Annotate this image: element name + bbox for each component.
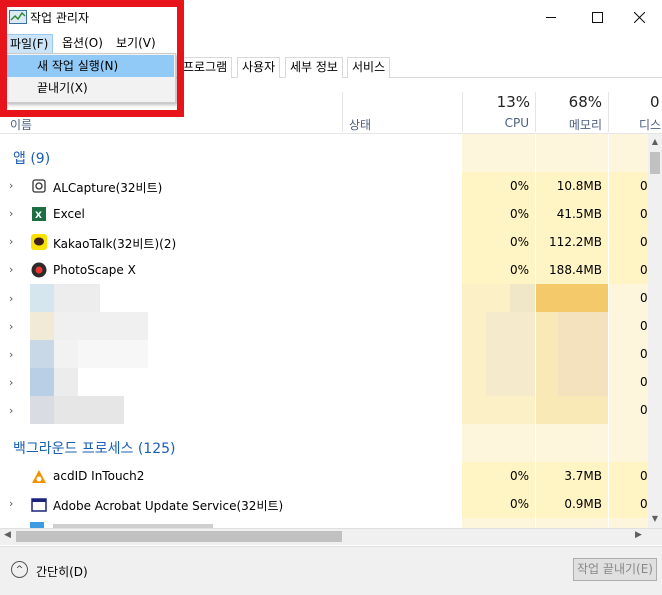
cpu-value: 0% [509,179,529,193]
memory-value: 188.4MB [549,263,602,277]
process-name[interactable]: acdID InTouch2 [53,469,144,483]
expand-chevron-icon[interactable]: › [9,497,19,510]
memory-value: 3.7MB [564,469,602,483]
column-header-cpu[interactable]: CPU [470,116,529,130]
process-name[interactable]: Adobe Acrobat Update Service(32비트) [53,497,283,514]
svg-text:X: X [35,211,42,221]
app-name[interactable]: PhotoScape X [53,263,136,277]
column-header-memory[interactable]: 메모리 [540,116,602,133]
acrobat-update-icon [31,497,47,513]
group-background-title[interactable]: 백그라운드 프로세스 (125) [13,438,175,458]
kakaotalk-icon [31,234,47,250]
excel-icon: X [31,206,47,222]
footer-bar [0,546,662,595]
highlight-annotation-box [0,0,184,117]
disk-value: 0 [640,375,648,389]
photoscape-icon [31,262,47,278]
memory-value: 0.9MB [564,497,602,511]
disk-value: 0 [640,291,648,305]
disk-value: 0 [640,263,648,277]
cpu-percent[interactable]: 13% [470,93,530,111]
end-task-button[interactable]: 작업 끝내기(E) [573,558,657,581]
group-apps-title[interactable]: 앱 (9) [13,148,50,168]
disk-value: 0 [640,403,648,417]
maximize-icon [591,11,603,23]
cpu-value: 0% [509,469,529,483]
cpu-value: 0% [509,497,529,511]
tab-details[interactable]: 세부 정보 [285,57,343,78]
blurred-rows: › › › › › [0,284,662,424]
expand-chevron-icon[interactable]: › [9,207,19,220]
cpu-value: 0% [509,235,529,249]
close-icon [633,11,645,23]
maximize-button[interactable] [574,0,620,34]
tab-services[interactable]: 서비스 [347,57,391,78]
close-button[interactable] [616,0,662,34]
column-divider [608,92,609,132]
disk-value: 0 [640,497,648,511]
disk-value: 0 [640,347,648,361]
disk-value: 0 [640,179,648,193]
scroll-down-icon[interactable]: ▼ [650,514,660,524]
memory-value: 10.8MB [556,179,602,193]
cpu-value: 0% [509,207,529,221]
app-name[interactable]: Excel [53,207,85,221]
scroll-left-icon[interactable]: ◀ [4,530,11,540]
memory-value: 41.5MB [556,207,602,221]
disk-value: 0 [640,207,648,221]
app-name[interactable]: ALCapture(32비트) [53,179,162,196]
minimize-button[interactable] [528,0,574,34]
memory-value: 112.2MB [549,235,602,249]
column-header-disk[interactable]: 디스 [639,116,662,133]
fewer-details-link[interactable]: 간단히(D) [36,563,88,580]
disk-value: 0 [640,319,648,333]
collapse-chevron-up-icon[interactable]: ^ [11,561,28,578]
expand-chevron-icon[interactable]: › [9,179,19,192]
column-header-status[interactable]: 상태 [349,116,371,133]
column-divider [342,92,343,132]
acdid-icon [31,469,47,485]
disk-value: 0 [640,469,648,483]
vertical-scroll-thumb[interactable] [650,152,660,174]
expand-chevron-icon[interactable]: › [9,263,19,276]
disk-percent[interactable]: 0 [650,93,662,111]
column-header-name[interactable]: 이름 [10,116,32,133]
vertical-scrollbar[interactable] [648,134,662,528]
horizontal-scroll-thumb[interactable] [16,531,342,542]
memory-percent[interactable]: 68% [540,93,602,111]
scroll-up-icon[interactable]: ▲ [650,137,660,147]
minimize-icon [546,17,556,18]
column-divider [535,92,536,132]
tab-users[interactable]: 사용자 [237,57,281,78]
cpu-value: 0% [509,263,529,277]
expand-chevron-icon[interactable]: › [9,235,19,248]
scroll-right-icon[interactable]: ▶ [635,530,642,540]
tab-programs[interactable]: 프로그램 [178,57,233,78]
column-divider [462,92,463,132]
disk-value: 0 [640,235,648,249]
alcapture-icon [31,178,47,194]
app-name[interactable]: KakaoTalk(32비트)(2) [53,235,176,252]
